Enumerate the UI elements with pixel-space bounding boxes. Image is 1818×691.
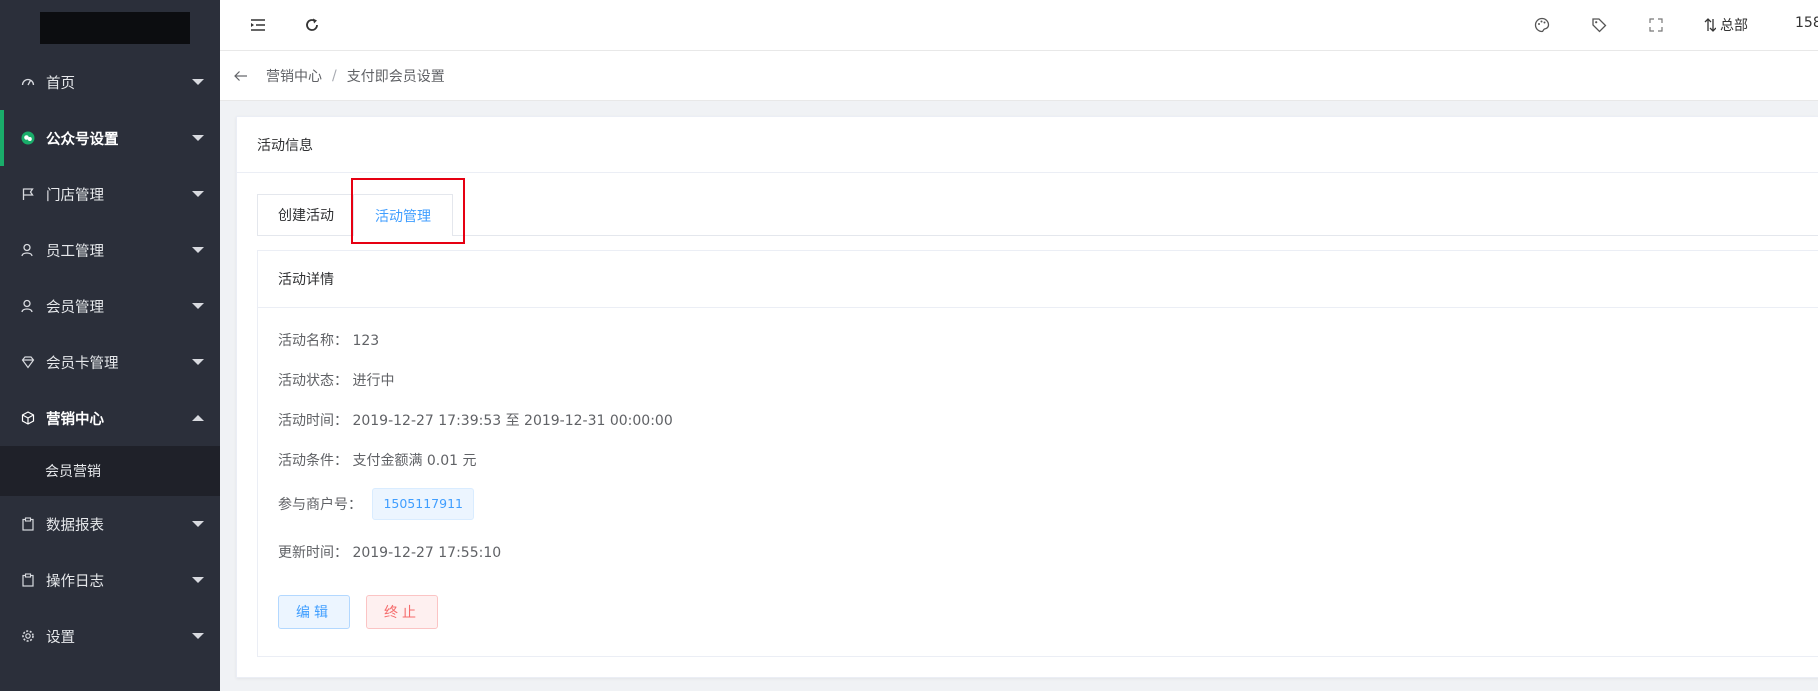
field-label: 活动状态： xyxy=(278,373,348,389)
caret-down-icon xyxy=(192,247,204,253)
merchant-id-tag: 1505117911 xyxy=(372,488,474,520)
sidebar-item-settings[interactable]: 设置 xyxy=(0,608,220,664)
tab-bar: 创建活动 活动管理 xyxy=(257,194,1818,236)
cube-icon xyxy=(20,410,36,426)
detail-title: 活动详情 xyxy=(258,251,1818,308)
sidebar-item-member-management[interactable]: 会员管理 xyxy=(0,278,220,334)
field-label: 活动名称： xyxy=(278,333,348,349)
field-value: 2019-12-27 17:39:53 至 2019-12-31 00:00:0… xyxy=(352,413,673,429)
refresh-icon[interactable] xyxy=(302,15,322,35)
dashboard-icon xyxy=(20,74,36,90)
field-value: 123 xyxy=(352,333,380,349)
tab-create-activity[interactable]: 创建活动 xyxy=(257,194,355,235)
sidebar-item-operation-log[interactable]: 操作日志 xyxy=(0,552,220,608)
sidebar-item-marketing-center[interactable]: 营销中心 xyxy=(0,390,220,446)
sidebar-subitem-member-marketing[interactable]: 会员营销 xyxy=(0,446,220,496)
sidebar-item-wechat-settings[interactable]: 公众号设置 xyxy=(0,110,220,166)
breadcrumb-current: 支付即会员设置 xyxy=(346,68,445,85)
breadcrumb-parent[interactable]: 营销中心 xyxy=(266,66,322,86)
field-value: 进行中 xyxy=(352,373,395,389)
caret-down-icon xyxy=(192,303,204,309)
stop-button[interactable]: 终止 xyxy=(366,595,438,629)
field-updated-time: 更新时间： 2019-12-27 17:55:10 xyxy=(278,542,501,562)
sidebar: 首页 公众号设置 门店管理 员工管理 会员管理 会员卡管理 营销中心 会员营销 … xyxy=(0,0,220,691)
user-icon xyxy=(20,242,36,258)
top-header: 总部 158 xyxy=(220,0,1818,51)
palette-icon[interactable] xyxy=(1532,15,1552,35)
user-label[interactable]: 158 xyxy=(1795,15,1818,31)
field-activity-name: 活动名称： 123 xyxy=(278,330,379,350)
breadcrumb-separator: / xyxy=(332,67,337,84)
branch-switch[interactable]: 总部 xyxy=(1704,15,1748,35)
field-activity-condition: 活动条件： 支付金额满 0.01 元 xyxy=(278,450,477,470)
gear-icon xyxy=(20,628,36,644)
caret-down-icon xyxy=(192,359,204,365)
field-label: 更新时间： xyxy=(278,545,348,561)
card-title: 活动信息 xyxy=(237,117,1818,173)
logo xyxy=(0,0,220,54)
field-label: 活动条件： xyxy=(278,453,348,469)
highlight-box xyxy=(351,178,465,244)
user-icon xyxy=(20,298,36,314)
caret-down-icon xyxy=(192,577,204,583)
activity-info-card: 活动信息 创建活动 活动管理 活动详情 活动名称： 123 活动状态： 进行中 … xyxy=(236,116,1818,678)
caret-down-icon xyxy=(192,521,204,527)
sidebar-item-staff-management[interactable]: 员工管理 xyxy=(0,222,220,278)
field-activity-time: 活动时间： 2019-12-27 17:39:53 至 2019-12-31 0… xyxy=(278,410,673,430)
switch-icon xyxy=(1704,18,1716,32)
sidebar-subitem-label: 会员营销 xyxy=(45,464,101,480)
field-merchant-id: 参与商户号： 1505117911 xyxy=(278,488,474,520)
flag-icon xyxy=(20,186,36,202)
field-label: 参与商户号： xyxy=(278,497,362,513)
logo-redacted xyxy=(40,12,190,44)
wechat-icon xyxy=(20,130,36,146)
field-label: 活动时间： xyxy=(278,413,348,429)
caret-down-icon xyxy=(192,79,204,85)
branch-label: 总部 xyxy=(1720,18,1748,34)
sidebar-item-store-management[interactable]: 门店管理 xyxy=(0,166,220,222)
edit-button[interactable]: 编辑 xyxy=(278,595,350,629)
diamond-icon xyxy=(20,354,36,370)
collapse-menu-icon[interactable] xyxy=(248,15,268,35)
clipboard-icon xyxy=(20,516,36,532)
field-value: 支付金额满 0.01 元 xyxy=(352,453,477,469)
sidebar-item-data-reports[interactable]: 数据报表 xyxy=(0,496,220,552)
caret-down-icon xyxy=(192,191,204,197)
clipboard-icon xyxy=(20,572,36,588)
caret-up-icon xyxy=(192,415,204,421)
caret-down-icon xyxy=(192,135,204,141)
sidebar-item-home[interactable]: 首页 xyxy=(0,54,220,110)
breadcrumb: 营销中心 / 支付即会员设置 xyxy=(220,51,1818,101)
fullscreen-icon[interactable] xyxy=(1646,15,1666,35)
field-activity-status: 活动状态： 进行中 xyxy=(278,370,394,390)
caret-down-icon xyxy=(192,633,204,639)
back-arrow-icon[interactable] xyxy=(234,70,248,82)
tag-icon[interactable] xyxy=(1589,15,1609,35)
activity-detail-panel: 活动详情 活动名称： 123 活动状态： 进行中 活动时间： 2019-12-2… xyxy=(257,250,1818,657)
field-value: 2019-12-27 17:55:10 xyxy=(352,545,502,561)
sidebar-item-member-card-management[interactable]: 会员卡管理 xyxy=(0,334,220,390)
